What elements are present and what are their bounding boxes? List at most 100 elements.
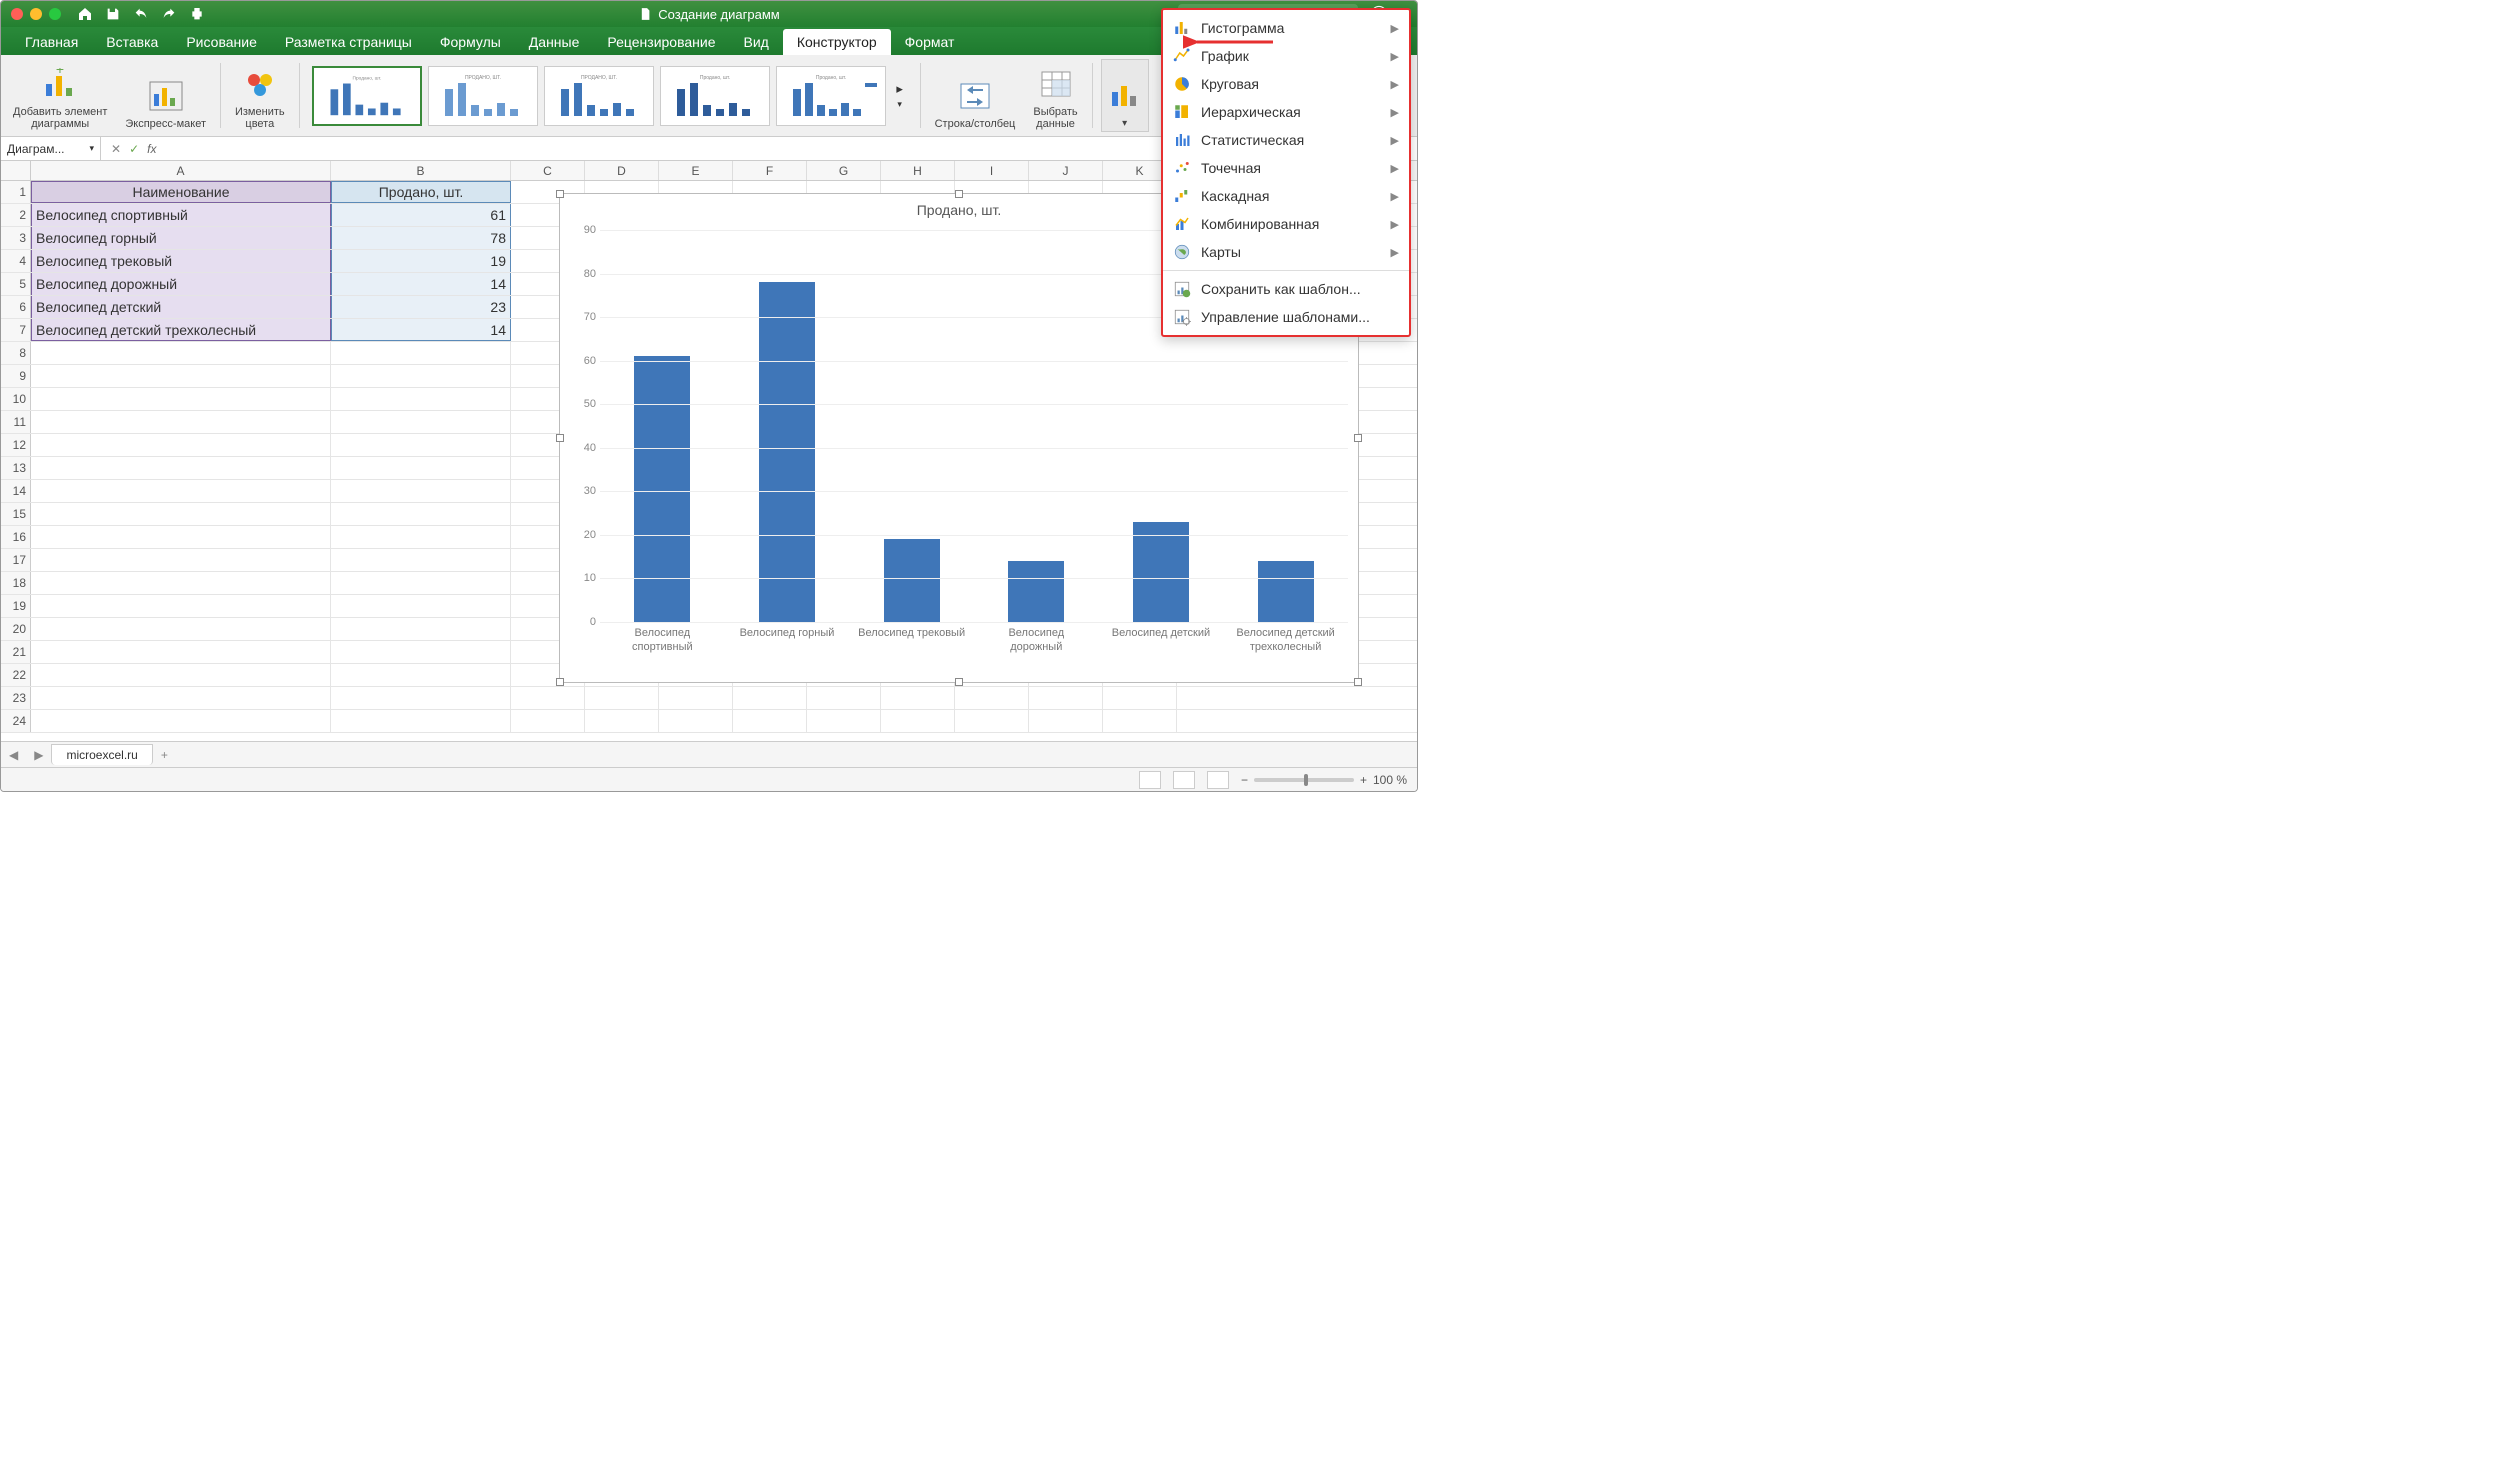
cell[interactable] — [331, 618, 511, 640]
chart-style-2[interactable]: ПРОДАНО, ШТ. — [428, 66, 538, 126]
tab-review[interactable]: Рецензирование — [593, 29, 729, 55]
row-header[interactable]: 21 — [1, 641, 31, 663]
row-header[interactable]: 5 — [1, 273, 31, 295]
cell[interactable] — [585, 710, 659, 732]
row-header[interactable]: 22 — [1, 664, 31, 686]
cell[interactable] — [511, 710, 585, 732]
minimize-icon[interactable] — [30, 8, 42, 20]
confirm-icon[interactable]: ✓ — [129, 142, 139, 156]
chart-bar[interactable] — [884, 539, 940, 622]
cell[interactable]: 78 — [331, 227, 511, 249]
cell[interactable]: 19 — [331, 250, 511, 272]
cell[interactable] — [955, 710, 1029, 732]
column-header[interactable]: B — [331, 161, 511, 180]
cell[interactable] — [31, 641, 331, 663]
row-header[interactable]: 19 — [1, 595, 31, 617]
resize-handle[interactable] — [1354, 434, 1362, 442]
cell[interactable] — [511, 687, 585, 709]
cancel-icon[interactable]: ✕ — [111, 142, 121, 156]
cell[interactable] — [331, 572, 511, 594]
column-header[interactable]: D — [585, 161, 659, 180]
resize-handle[interactable] — [955, 678, 963, 686]
view-page-break-icon[interactable] — [1207, 771, 1229, 789]
column-header[interactable]: J — [1029, 161, 1103, 180]
menu-statistic[interactable]: Статистическая▶ — [1163, 126, 1409, 154]
zoom-slider[interactable] — [1254, 778, 1354, 782]
menu-hierarchy[interactable]: Иерархическая▶ — [1163, 98, 1409, 126]
tab-draw[interactable]: Рисование — [172, 29, 271, 55]
chart-style-1[interactable]: Продано, шт. — [312, 66, 422, 126]
cell[interactable] — [331, 388, 511, 410]
row-header[interactable]: 2 — [1, 204, 31, 226]
cell[interactable] — [31, 434, 331, 456]
tab-format[interactable]: Формат — [891, 29, 969, 55]
cell[interactable] — [733, 687, 807, 709]
chart-style-5[interactable]: Продано, шт. — [776, 66, 886, 126]
row-header[interactable]: 13 — [1, 457, 31, 479]
row-header[interactable]: 14 — [1, 480, 31, 502]
print-icon[interactable] — [189, 6, 205, 22]
change-colors-button[interactable]: Изменить цвета — [229, 59, 291, 132]
resize-handle[interactable] — [955, 190, 963, 198]
row-header[interactable]: 7 — [1, 319, 31, 341]
cell[interactable]: Наименование — [31, 181, 331, 203]
chart-style-3[interactable]: ПРОДАНО, ШТ. — [544, 66, 654, 126]
cell[interactable] — [955, 687, 1029, 709]
cell[interactable] — [331, 710, 511, 732]
maximize-icon[interactable] — [49, 8, 61, 20]
close-icon[interactable] — [11, 8, 23, 20]
chart-bar[interactable] — [634, 356, 690, 622]
cell[interactable] — [31, 618, 331, 640]
cell[interactable] — [31, 388, 331, 410]
cell[interactable]: Велосипед трековый — [31, 250, 331, 272]
cell[interactable] — [31, 710, 331, 732]
cell[interactable] — [331, 687, 511, 709]
column-header[interactable]: I — [955, 161, 1029, 180]
row-header[interactable]: 18 — [1, 572, 31, 594]
cell[interactable] — [331, 365, 511, 387]
undo-icon[interactable] — [133, 6, 149, 22]
cell[interactable] — [31, 526, 331, 548]
column-header[interactable]: A — [31, 161, 331, 180]
cell[interactable]: 14 — [331, 319, 511, 341]
cell[interactable] — [1103, 687, 1177, 709]
tab-home[interactable]: Главная — [11, 29, 92, 55]
tab-view[interactable]: Вид — [730, 29, 783, 55]
column-header[interactable]: G — [807, 161, 881, 180]
cell[interactable] — [881, 687, 955, 709]
save-icon[interactable] — [105, 6, 121, 22]
cell[interactable]: 61 — [331, 204, 511, 226]
cell[interactable] — [331, 434, 511, 456]
zoom-control[interactable]: − + 100 % — [1241, 773, 1407, 787]
cell[interactable]: Велосипед спортивный — [31, 204, 331, 226]
cell[interactable] — [31, 687, 331, 709]
cell[interactable] — [31, 664, 331, 686]
sheet-tab[interactable]: microexcel.ru — [51, 744, 152, 765]
tab-chart-design[interactable]: Конструктор — [783, 29, 891, 55]
cell[interactable] — [881, 710, 955, 732]
resize-handle[interactable] — [556, 190, 564, 198]
cell[interactable] — [331, 664, 511, 686]
cell[interactable] — [31, 411, 331, 433]
column-header[interactable]: E — [659, 161, 733, 180]
chart-style-4[interactable]: Продано, шт. — [660, 66, 770, 126]
resize-handle[interactable] — [556, 678, 564, 686]
tab-page-layout[interactable]: Разметка страницы — [271, 29, 426, 55]
row-header[interactable]: 16 — [1, 526, 31, 548]
cell[interactable] — [585, 687, 659, 709]
view-normal-icon[interactable] — [1139, 771, 1161, 789]
cell[interactable] — [331, 595, 511, 617]
home-icon[interactable] — [77, 6, 93, 22]
column-header[interactable]: C — [511, 161, 585, 180]
cell[interactable] — [1029, 687, 1103, 709]
cell[interactable] — [807, 687, 881, 709]
cell[interactable]: Велосипед детский — [31, 296, 331, 318]
cell[interactable] — [31, 503, 331, 525]
cell[interactable] — [31, 480, 331, 502]
zoom-value[interactable]: 100 % — [1373, 773, 1407, 787]
row-header[interactable]: 24 — [1, 710, 31, 732]
redo-icon[interactable] — [161, 6, 177, 22]
change-chart-type-button[interactable]: ▾ — [1101, 59, 1149, 132]
cell[interactable] — [331, 503, 511, 525]
row-header[interactable]: 6 — [1, 296, 31, 318]
